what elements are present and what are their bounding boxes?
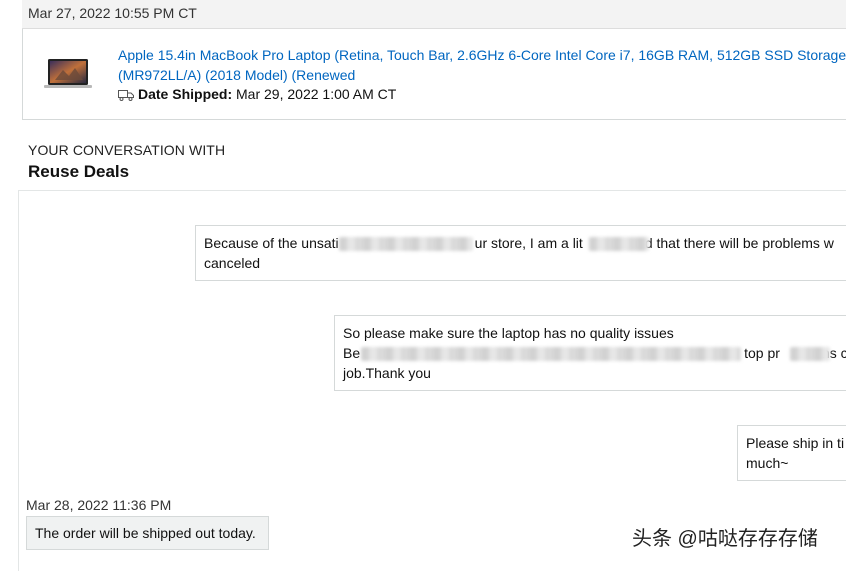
seller-name: Reuse Deals <box>28 162 130 181</box>
message-1-line1: Because of the unsati ur store, I am a li… <box>204 233 834 253</box>
redaction-blur <box>790 347 830 361</box>
message-2-text-a: Be <box>343 345 361 361</box>
reply-date: Mar 28, 2022 11:36 PM <box>26 497 172 513</box>
redaction-blur <box>361 347 741 361</box>
message-2-line3: job.Thank you <box>343 365 431 381</box>
redaction-blur <box>589 237 649 251</box>
order-date-bar: Mar 27, 2022 10:55 PM CT <box>22 0 846 29</box>
message-1-text-b: ur store, I am a lit <box>474 235 583 251</box>
laptop-icon[interactable] <box>43 58 93 90</box>
conversation-label: YOUR CONVERSATION WITH <box>28 142 226 158</box>
date-shipped-value: Mar 29, 2022 1:00 AM CT <box>236 86 397 102</box>
message-bubble-1: Because of the unsati ur store, I am a li… <box>195 225 846 281</box>
shipping-info: Date Shipped: Mar 29, 2022 1:00 AM CT <box>118 86 396 102</box>
message-bubble-3: Please ship in ti much~ <box>737 425 846 481</box>
message-1-line2: canceled <box>204 255 261 271</box>
redaction-blur <box>339 237 473 251</box>
product-link[interactable]: Apple 15.4in MacBook Pro Laptop (Retina,… <box>118 45 846 85</box>
order-date: Mar 27, 2022 10:55 PM CT <box>28 5 197 21</box>
message-2-line1: So please make sure the laptop has no qu… <box>343 325 674 341</box>
truck-icon <box>118 90 134 101</box>
message-1-text-a: Because of the unsati <box>204 235 339 251</box>
product-title-line1[interactable]: Apple 15.4in MacBook Pro Laptop (Retina,… <box>118 45 846 65</box>
message-3-line1: Please ship in ti <box>746 435 845 451</box>
message-1-text-c: d that there will be problems w <box>644 235 834 251</box>
message-bubble-2: So please make sure the laptop has no qu… <box>334 315 846 391</box>
message-3-line2: much~ <box>746 455 789 471</box>
seller-reply-bubble: The order will be shipped out today. <box>26 516 269 550</box>
message-2-text-b: top pr <box>744 345 780 361</box>
watermark: 头条 @咕哒存存存储 <box>632 528 818 550</box>
product-title-line2[interactable]: (MR972LL/A) (2018 Model) (Renewed <box>118 65 846 85</box>
seller-reply-text: The order will be shipped out today. <box>35 525 256 541</box>
date-shipped-label: Date Shipped: <box>138 86 233 102</box>
